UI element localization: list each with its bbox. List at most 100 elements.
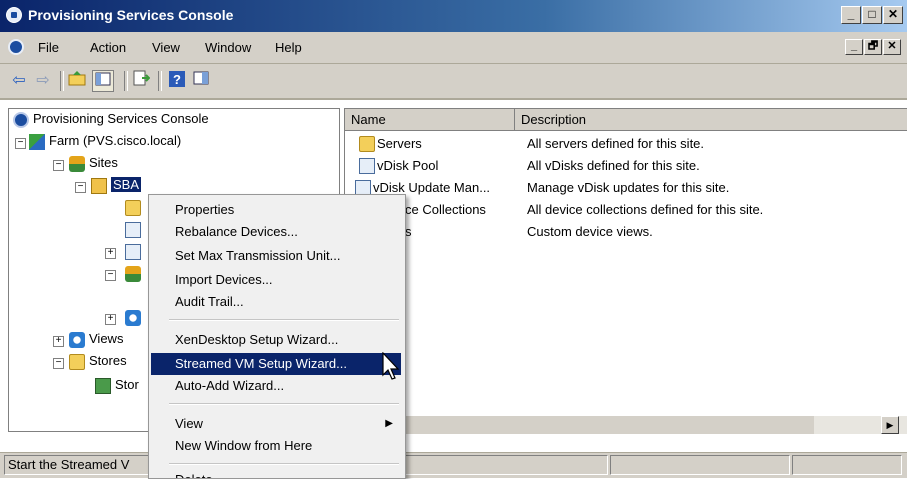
- mdi-minimize-button[interactable]: _: [845, 39, 863, 55]
- servers-folder-icon: [125, 200, 141, 216]
- menu-item-label: View: [175, 416, 203, 431]
- menu-item-label: Streamed VM Setup Wizard...: [175, 356, 347, 371]
- properties-pane-icon[interactable]: [190, 70, 212, 92]
- forward-icon[interactable]: ⇨: [32, 70, 54, 92]
- list-item-name[interactable]: ce Collections: [405, 199, 486, 221]
- submenu-arrow-icon: ▶: [385, 418, 393, 429]
- tree-node-root[interactable]: Provisioning Services Console: [33, 109, 209, 129]
- site-icon: [91, 178, 107, 194]
- menu-item-label: Audit Trail...: [175, 294, 244, 309]
- tree-node-sites[interactable]: Sites: [89, 153, 118, 173]
- menu-item-properties[interactable]: Properties: [151, 199, 401, 221]
- menu-item-label: Delete: [175, 469, 213, 478]
- menu-item-import-devices[interactable]: Import Devices...: [151, 269, 401, 291]
- scroll-right-icon[interactable]: ▶: [881, 416, 899, 434]
- menu-item-label: Import Devices...: [175, 272, 273, 287]
- tree-node-stores[interactable]: Stores: [89, 351, 127, 371]
- list-item-description: All device collections defined for this …: [527, 202, 764, 217]
- menu-item-auto-add-wizard[interactable]: Auto-Add Wizard...: [151, 375, 401, 397]
- menu-bar: File Action View Window Help _ 🗗 ✕: [0, 32, 907, 64]
- close-button[interactable]: ✕: [883, 6, 903, 24]
- expand-views-icon[interactable]: +: [53, 336, 64, 347]
- vdisk-pool-icon: [125, 222, 141, 238]
- menu-item-new-window-from-here[interactable]: New Window from Here: [151, 435, 401, 457]
- store-icon: [95, 378, 111, 394]
- mouse-cursor-icon: [382, 352, 400, 380]
- collapse-farm-icon[interactable]: −: [15, 138, 26, 149]
- list-pane[interactable]: Name Description Servers All servers def…: [344, 108, 907, 432]
- menu-action[interactable]: Action: [90, 40, 126, 55]
- up-folder-icon[interactable]: [66, 70, 88, 92]
- window-title-bar[interactable]: Provisioning Services Console _ □ ✕: [0, 0, 907, 32]
- context-menu: Properties Rebalance Devices... Set Max …: [148, 194, 406, 479]
- collapse-sba-icon[interactable]: −: [75, 182, 86, 193]
- menu-help[interactable]: Help: [275, 40, 302, 55]
- console-app-icon: [6, 7, 22, 23]
- mdi-close-button[interactable]: ✕: [883, 39, 901, 55]
- minimize-button[interactable]: _: [841, 6, 861, 24]
- menu-item-delete[interactable]: Delete: [151, 469, 401, 478]
- sites-icon: [69, 156, 85, 172]
- tree-node-store[interactable]: Stor: [115, 375, 139, 395]
- expand-site-views-icon[interactable]: +: [105, 314, 116, 325]
- column-header-description[interactable]: Description: [515, 109, 907, 131]
- list-item-name[interactable]: Servers: [377, 133, 422, 155]
- toolbar-separator: [158, 71, 162, 91]
- status-panel: [610, 455, 790, 475]
- menu-separator: [169, 319, 399, 321]
- horizontal-scrollbar[interactable]: ▶: [344, 416, 907, 434]
- list-item-name[interactable]: vDisk Pool: [377, 155, 438, 177]
- tree-node-sba-label: SBA: [111, 177, 142, 192]
- collapse-device-collections-icon[interactable]: −: [105, 270, 116, 281]
- status-panel: [792, 455, 902, 475]
- menu-separator: [169, 403, 399, 405]
- views-icon: [69, 332, 85, 348]
- back-icon[interactable]: ⇦: [8, 70, 30, 92]
- toolbar-separator: [60, 71, 64, 91]
- console-icon: [13, 112, 29, 128]
- vdisk-pool-icon: [359, 158, 375, 174]
- menu-item-rebalance-devices[interactable]: Rebalance Devices...: [151, 221, 401, 243]
- tree-node-sba[interactable]: SBA: [111, 175, 142, 195]
- status-panel: [404, 455, 608, 475]
- vdisk-update-icon: [125, 244, 141, 260]
- menu-item-xendesktop-setup-wizard[interactable]: XenDesktop Setup Wizard...: [151, 329, 401, 351]
- tree-node-views[interactable]: Views: [89, 329, 123, 349]
- menu-window[interactable]: Window: [205, 40, 251, 55]
- servers-icon: [359, 136, 375, 152]
- menu-item-label: New Window from Here: [175, 438, 313, 453]
- menu-item-label: Set Max Transmission Unit...: [175, 248, 341, 263]
- farm-icon: [29, 134, 45, 150]
- menu-item-view[interactable]: View ▶: [151, 413, 401, 435]
- menu-view[interactable]: View: [152, 40, 180, 55]
- toolbar-separator: [124, 71, 128, 91]
- column-header-name[interactable]: Name: [345, 109, 515, 131]
- menu-item-label: Properties: [175, 202, 235, 217]
- list-item-description: Manage vDisk updates for this site.: [527, 180, 730, 195]
- menu-item-audit-trail[interactable]: Audit Trail...: [151, 291, 401, 313]
- menu-item-set-max-transmission-unit[interactable]: Set Max Transmission Unit...: [151, 245, 401, 267]
- device-collections-icon: [125, 266, 141, 282]
- window-title: Provisioning Services Console: [28, 7, 234, 23]
- menu-item-streamed-vm-setup-wizard[interactable]: Streamed VM Setup Wizard...: [151, 353, 401, 375]
- menu-file[interactable]: File: [38, 40, 59, 55]
- svg-text:?: ?: [173, 72, 181, 87]
- collapse-sites-icon[interactable]: −: [53, 160, 64, 171]
- system-menu-icon[interactable]: [8, 39, 24, 55]
- show-hide-tree-icon[interactable]: [92, 70, 114, 92]
- help-icon[interactable]: ?: [166, 70, 188, 92]
- menu-item-label: Rebalance Devices...: [175, 224, 298, 239]
- mdi-restore-button[interactable]: 🗗: [864, 39, 882, 55]
- scrollbar-thumb[interactable]: [344, 416, 814, 434]
- menu-item-label: XenDesktop Setup Wizard...: [175, 332, 339, 347]
- expand-vdisk-update-icon[interactable]: +: [105, 248, 116, 259]
- list-item-description: Custom device views.: [527, 224, 653, 239]
- stores-icon: [69, 354, 85, 370]
- status-bar: Start the Streamed V: [0, 452, 907, 478]
- tree-node-farm[interactable]: Farm (PVS.cisco.local): [49, 131, 181, 151]
- export-list-icon[interactable]: [130, 70, 152, 92]
- collapse-stores-icon[interactable]: −: [53, 358, 64, 369]
- site-views-icon: [125, 310, 141, 326]
- list-item-description: All vDisks defined for this site.: [527, 158, 700, 173]
- maximize-button[interactable]: □: [862, 6, 882, 24]
